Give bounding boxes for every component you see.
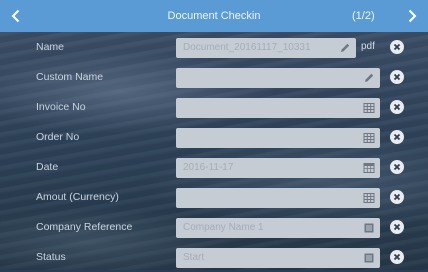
clear-circle-icon — [393, 193, 401, 201]
clear-company-reference-button[interactable] — [390, 220, 404, 234]
chevron-right-icon — [408, 9, 417, 23]
field-label: Date — [36, 161, 59, 173]
clear-circle-icon — [393, 43, 401, 51]
form-row-amount: Amout (Currency) — [0, 182, 428, 212]
header-bar: Document Checkin (1/2) — [0, 0, 428, 32]
clear-circle-icon — [393, 163, 401, 171]
list-icon — [364, 223, 374, 233]
edit-name-button[interactable] — [338, 41, 352, 55]
clear-order-no-button[interactable] — [390, 130, 404, 144]
amount-field[interactable] — [176, 188, 380, 208]
field-value: 2016-11-17 — [183, 162, 234, 173]
form-row-custom-name: Custom Name — [0, 62, 428, 92]
pencil-icon — [365, 73, 374, 82]
field-value: Document_20161117_10331 — [183, 42, 311, 53]
form-row-order-no: Order No — [0, 122, 428, 152]
clear-custom-name-button[interactable] — [390, 70, 404, 84]
order-keypad-button[interactable] — [362, 131, 376, 145]
order-no-field[interactable] — [176, 128, 380, 148]
field-label: Custom Name — [36, 71, 104, 83]
edit-custom-name-button[interactable] — [362, 71, 376, 85]
field-label: Status — [36, 251, 66, 263]
custom-name-field[interactable] — [176, 68, 380, 88]
list-icon — [364, 253, 374, 263]
clear-amount-button[interactable] — [390, 190, 404, 204]
invoice-no-field[interactable] — [176, 98, 380, 118]
field-label: Invoice No — [36, 101, 86, 113]
form-row-name: Name Document_20161117_10331 pdf — [0, 32, 428, 62]
date-field[interactable]: 2016-11-17 — [176, 158, 380, 178]
amount-keypad-button[interactable] — [362, 191, 376, 205]
form-row-invoice-no: Invoice No — [0, 92, 428, 122]
status-list-button[interactable] — [362, 251, 376, 265]
keypad-icon — [363, 133, 375, 143]
clear-circle-icon — [393, 253, 401, 261]
form-row-company-reference: Company Reference Company Name 1 — [0, 212, 428, 242]
clear-circle-icon — [393, 223, 401, 231]
calendar-icon — [363, 163, 375, 173]
invoice-keypad-button[interactable] — [362, 101, 376, 115]
clear-name-button[interactable] — [390, 40, 404, 54]
status-field[interactable]: Start — [176, 248, 380, 268]
company-reference-field[interactable]: Company Name 1 — [176, 218, 380, 238]
clear-invoice-no-button[interactable] — [390, 100, 404, 114]
pencil-icon — [341, 43, 350, 52]
file-extension: pdf — [361, 41, 375, 52]
form-row-date: Date 2016-11-17 — [0, 152, 428, 182]
field-label: Amout (Currency) — [36, 191, 119, 203]
date-picker-button[interactable] — [362, 161, 376, 175]
name-field[interactable]: Document_20161117_10331 — [176, 38, 356, 58]
clear-date-button[interactable] — [390, 160, 404, 174]
form-row-status: Status Start — [0, 242, 428, 272]
field-label: Company Reference — [36, 221, 133, 233]
field-label: Order No — [36, 131, 80, 143]
clear-circle-icon — [393, 133, 401, 141]
company-list-button[interactable] — [362, 221, 376, 235]
keypad-icon — [363, 103, 375, 113]
field-label: Name — [36, 41, 65, 53]
keypad-icon — [363, 193, 375, 203]
next-button[interactable] — [396, 0, 428, 32]
field-value: Start — [183, 252, 205, 263]
clear-status-button[interactable] — [390, 250, 404, 264]
page-indicator: (1/2) — [352, 10, 375, 22]
clear-circle-icon — [393, 73, 401, 81]
field-value: Company Name 1 — [183, 222, 264, 233]
clear-circle-icon — [393, 103, 401, 111]
